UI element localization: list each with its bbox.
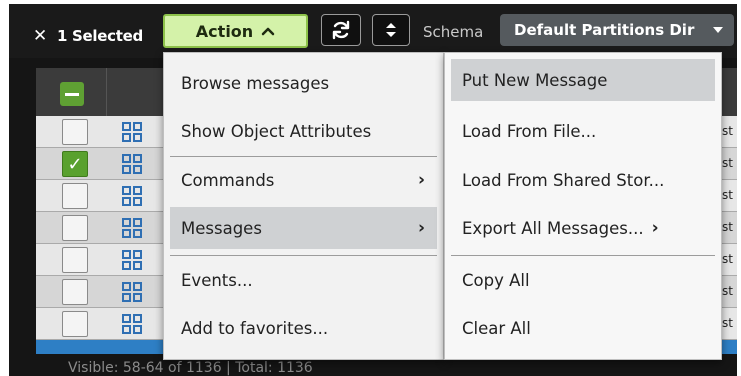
row-cell-fragment: st (722, 156, 733, 170)
grid-icon (122, 154, 142, 174)
menu-item-label: Show Object Attributes (181, 121, 372, 141)
row-cell-fragment: st (722, 220, 733, 234)
grid-icon (122, 218, 142, 238)
menu-item-label: Add to favorites... (181, 318, 329, 338)
row-checkbox[interactable] (62, 119, 88, 145)
chevron-right-icon: › (417, 218, 425, 238)
row-cell-fragment: st (722, 284, 733, 298)
row-checkbox[interactable] (62, 311, 88, 337)
messages-submenu: Put New Message Load From File... Load F… (444, 52, 722, 360)
row-checkbox-checked[interactable]: ✓ (62, 151, 88, 177)
menu-divider (170, 156, 437, 157)
menu-item-export-all-messages[interactable]: Export All Messages... › (451, 207, 715, 249)
action-menu: Browse messages Show Object Attributes C… (163, 52, 444, 360)
chevron-up-icon (261, 27, 275, 36)
menu-item-browse-messages[interactable]: Browse messages (170, 62, 437, 104)
refresh-icon (332, 20, 350, 40)
menu-item-load-from-file[interactable]: Load From File... (451, 110, 715, 152)
action-button-label: Action (195, 21, 254, 41)
menu-item-label: Messages (181, 218, 262, 238)
menu-item-messages[interactable]: Messages › (170, 207, 437, 249)
schema-dropdown[interactable]: Default Partitions Dir (500, 14, 734, 46)
schema-label: Schema (423, 23, 484, 41)
chevron-right-icon: › (417, 170, 425, 190)
select-all-checkbox[interactable] (60, 82, 84, 106)
menu-item-put-new-message[interactable]: Put New Message (451, 59, 715, 101)
caret-down-icon (713, 27, 723, 33)
row-cell-fragment: st (722, 124, 733, 138)
menu-item-label: Load From Shared Stor... (462, 170, 665, 190)
chevron-right-icon: › (651, 218, 659, 238)
menu-item-add-to-favorites[interactable]: Add to favorites... (170, 307, 437, 349)
menu-item-events[interactable]: Events... (170, 259, 437, 301)
grid-icon (122, 122, 142, 142)
row-cell-fragment: st (722, 252, 733, 266)
row-checkbox[interactable] (62, 247, 88, 273)
grid-icon (122, 314, 142, 334)
refresh-button[interactable] (321, 14, 361, 46)
row-cell-fragment: st (722, 316, 733, 330)
menu-item-label: Events... (181, 270, 253, 290)
menu-item-label: Browse messages (181, 73, 330, 93)
frame-border-right (737, 0, 741, 376)
menu-divider (170, 255, 437, 256)
sort-updown-icon (386, 23, 396, 37)
grid-icon (122, 282, 142, 302)
menu-item-label: Load From File... (462, 121, 597, 141)
menu-item-show-object-attributes[interactable]: Show Object Attributes (170, 110, 437, 152)
menu-item-label: Export All Messages... (462, 218, 644, 238)
menu-item-commands[interactable]: Commands › (170, 159, 437, 201)
clear-selection-icon[interactable]: ✕ (33, 26, 47, 46)
row-checkbox[interactable] (62, 183, 88, 209)
status-footer: Visible: 58-64 of 1136 | Total: 1136 (68, 360, 313, 376)
menu-item-label: Put New Message (462, 70, 608, 90)
frame-border-left (0, 0, 9, 376)
grid-icon (122, 250, 142, 270)
row-cell-fragment: st (722, 188, 733, 202)
menu-divider (451, 255, 715, 256)
menu-item-label: Commands (181, 170, 275, 190)
menu-item-label: Clear All (462, 318, 531, 338)
menu-item-load-from-shared-storage[interactable]: Load From Shared Stor... (451, 159, 715, 201)
schema-dropdown-value: Default Partitions Dir (514, 21, 695, 39)
grid-icon (122, 186, 142, 206)
sort-button[interactable] (372, 14, 410, 46)
menu-item-label: Copy All (462, 270, 530, 290)
selected-count: 1 Selected (57, 27, 143, 45)
row-checkbox[interactable] (62, 279, 88, 305)
menu-item-clear-all[interactable]: Clear All (451, 307, 715, 349)
menu-item-copy-all[interactable]: Copy All (451, 259, 715, 301)
action-button[interactable]: Action (163, 14, 308, 48)
row-checkbox[interactable] (62, 215, 88, 241)
